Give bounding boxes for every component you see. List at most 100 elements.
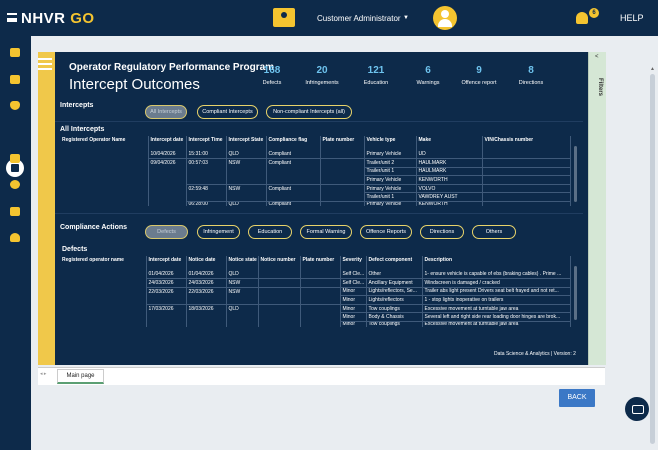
table-row[interactable]: Minor Body & Chassis Several left and righ…: [60, 312, 571, 323]
filters-panel[interactable]: [588, 52, 606, 365]
shield-icon[interactable]: [10, 101, 20, 110]
table-cell: Trailer/unit 1: [364, 192, 417, 203]
filter-education[interactable]: Education: [248, 225, 292, 239]
table-cell: HAULMARK: [416, 167, 483, 177]
table-cell: [258, 278, 301, 288]
filter-others[interactable]: Others: [472, 225, 516, 239]
id-card-icon: [273, 8, 295, 27]
column-header[interactable]: Severity: [340, 256, 367, 270]
table-row[interactable]: Primary Vehicle KENWORTH: [60, 175, 571, 185]
table-cell: 10/04/2026: [148, 150, 187, 160]
column-header[interactable]: Compliance flag: [266, 136, 321, 150]
table-cell: [258, 304, 301, 313]
kpi-offence-report: 9 Offence report: [461, 65, 497, 86]
defects-scrollbar[interactable]: [574, 266, 577, 320]
table-cell: [266, 167, 321, 176]
column-header[interactable]: Intercept Time: [186, 136, 227, 150]
table-cell: Lights/reflectors, Se...: [366, 287, 423, 297]
column-header[interactable]: Notice date: [186, 256, 227, 270]
filter-infringement[interactable]: Infringement: [197, 225, 240, 239]
help-link[interactable]: HELP: [620, 13, 644, 23]
table-row[interactable]: Minor Tow couplings Excessive movement at …: [60, 321, 571, 328]
nhvr-logo[interactable]: NHVR GO: [21, 10, 95, 27]
table-cell: [482, 167, 571, 177]
table-cell: [258, 312, 301, 322]
column-header[interactable]: Vehicle type: [364, 136, 417, 150]
table-cell: Trailer/unit 1: [364, 167, 417, 177]
column-header[interactable]: Registered Operator Name: [60, 136, 149, 150]
page-nav-arrows-icon[interactable]: ◂ ▸: [40, 371, 46, 377]
column-header[interactable]: Make: [416, 136, 483, 150]
filter-compliant-intercepts[interactable]: Compliant Intercepts: [197, 105, 258, 119]
table-row[interactable]: 10/04/2026 15:31:00 QLD Compliant Primary Ve…: [60, 150, 571, 160]
divider: [55, 121, 583, 122]
column-header[interactable]: Plate number: [320, 136, 365, 150]
column-header[interactable]: Notice number: [258, 256, 301, 270]
user-role-selector[interactable]: Customer Administrator: [317, 14, 401, 23]
table-cell: HAULMARK: [416, 158, 483, 168]
filters-label[interactable]: Filters: [591, 78, 603, 96]
table-cell: 06:28:00: [186, 201, 227, 207]
table-cell: Excessive movement at turntable jaw area: [422, 304, 571, 314]
table-cell: Minor: [340, 312, 367, 323]
table-cell: Lights/reflectors: [366, 295, 423, 305]
bell-icon[interactable]: [576, 12, 588, 24]
filter-formal-warning[interactable]: Formal Warning: [300, 225, 352, 239]
column-header[interactable]: Intercept State: [226, 136, 267, 150]
table-row[interactable]: 17/03/2026 18/03/2026 QLD Minor Tow coupling…: [60, 304, 571, 314]
chevron-left-icon[interactable]: <: [595, 54, 599, 60]
table-row[interactable]: Minor Lights/reflectors 1 - stop lights in…: [60, 295, 571, 305]
scroll-up-icon[interactable]: ▲: [650, 66, 655, 72]
truck-icon[interactable]: [10, 154, 20, 163]
table-cell: Self Cle...: [340, 278, 367, 288]
avatar[interactable]: [433, 6, 457, 30]
table-cell: Minor: [340, 287, 367, 297]
person-icon[interactable]: [10, 233, 20, 242]
table-cell: [320, 192, 365, 203]
filter-all-intercepts[interactable]: All Intercepts: [145, 105, 187, 119]
column-header[interactable]: VIN/Chassis number: [482, 136, 571, 150]
filter-offence-reports[interactable]: Offence Reports: [360, 225, 412, 239]
table-cell: [482, 158, 571, 168]
folder-icon[interactable]: [10, 207, 20, 216]
intercepts-scrollbar[interactable]: [574, 146, 577, 202]
table-row[interactable]: 09/04/2026 00:57:03 NSW Compliant Trailer/un…: [60, 158, 571, 168]
table-cell: 24/03/2026: [186, 278, 227, 288]
column-header[interactable]: Plate number: [300, 256, 341, 270]
chat-icon[interactable]: [625, 397, 649, 421]
table-row[interactable]: Trailer/unit 1 VAWDREY AUST: [60, 192, 571, 203]
table-row[interactable]: 06:28:00 QLD Compliant Primary Vehicle KENWO…: [60, 201, 571, 207]
column-header[interactable]: Description: [422, 256, 571, 270]
filter-directions[interactable]: Directions: [420, 225, 464, 239]
menu-icon[interactable]: [7, 13, 17, 22]
table-cell: 18/03/2026: [186, 304, 227, 313]
page-scrollbar[interactable]: [650, 74, 655, 444]
briefcase-icon[interactable]: [10, 75, 20, 84]
table-row[interactable]: 22/03/2026 22/03/2026 NSW Minor Lights/refle…: [60, 287, 571, 297]
kpi-education: 121 Education: [363, 65, 389, 86]
divider: [55, 213, 583, 214]
table-cell: Trailer abs light present Drivers seat b…: [422, 287, 571, 297]
info-icon[interactable]: [10, 180, 20, 189]
tab-main-page[interactable]: Main page: [57, 369, 104, 384]
chevron-down-icon[interactable]: ▼: [403, 15, 409, 21]
column-header[interactable]: Intercept date: [148, 136, 187, 150]
column-header[interactable]: Registered operator name: [60, 256, 147, 270]
table-row[interactable]: Trailer/unit 1 HAULMARK: [60, 167, 571, 177]
table-cell: [186, 321, 227, 328]
table-row[interactable]: 01/04/2026 01/04/2026 QLD Self Cle... Other 1…: [60, 270, 571, 280]
table-cell: [148, 201, 187, 207]
back-button[interactable]: BACK: [559, 389, 595, 407]
table-cell: 1 - stop lights inoperative on trailers: [422, 295, 571, 305]
column-header[interactable]: Intercept date: [146, 256, 187, 270]
all-intercepts-label: All Intercepts: [60, 126, 105, 133]
column-header[interactable]: Defect component: [366, 256, 423, 270]
column-header[interactable]: Notice state: [226, 256, 259, 270]
table-cell: [60, 150, 149, 159]
home-icon[interactable]: [10, 48, 20, 57]
filter-defects[interactable]: Defects: [145, 225, 188, 239]
page-tab-bar: [38, 367, 605, 385]
table-row[interactable]: 02:59:48 NSW Compliant Primary Vehicle VOLVO: [60, 184, 571, 194]
table-row[interactable]: 24/03/2026 24/03/2026 NSW Self Cle... Ancill…: [60, 278, 571, 288]
filter-non-compliant-intercepts[interactable]: Non-compliant Intercepts (all): [266, 105, 352, 119]
